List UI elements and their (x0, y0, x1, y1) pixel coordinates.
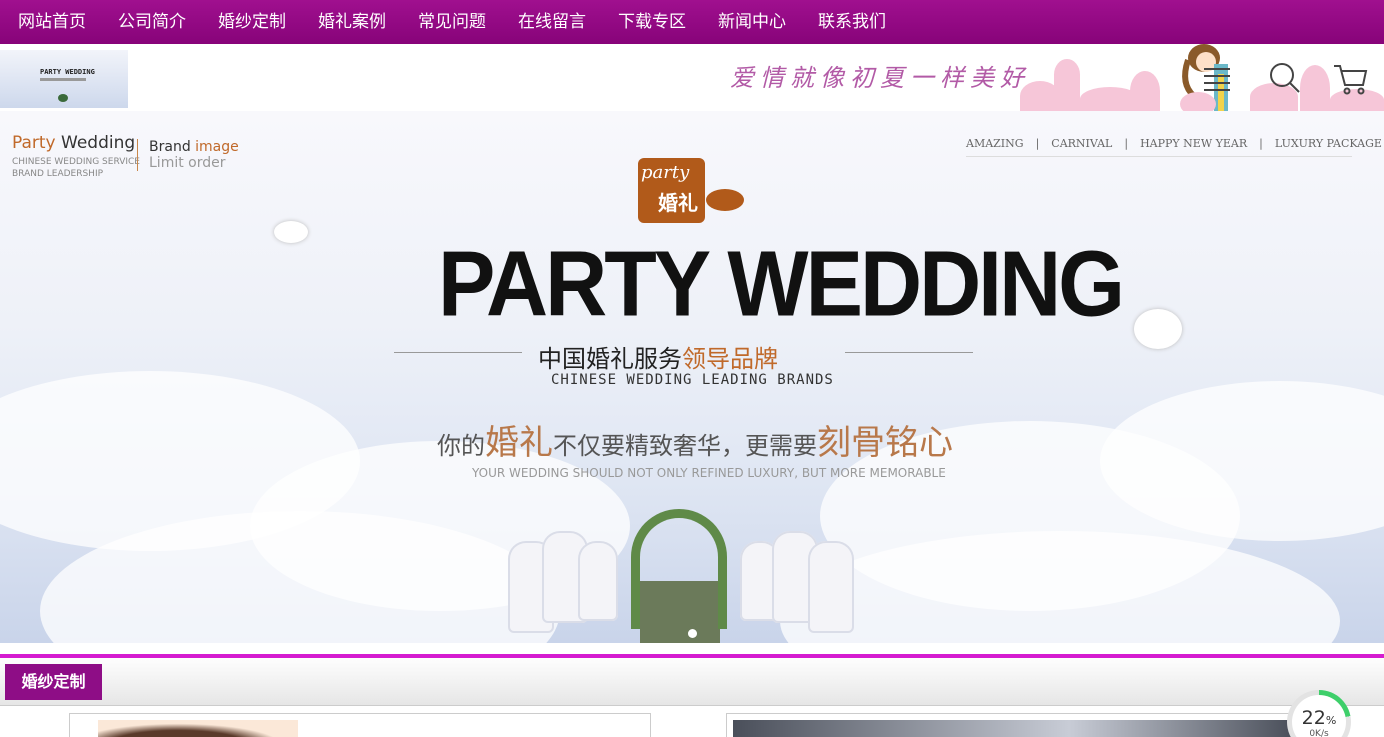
carousel-dot[interactable] (688, 629, 697, 638)
cn-brand-title: 中国婚礼服务领导品牌 (538, 345, 778, 373)
search-icon[interactable] (1266, 60, 1302, 96)
brand-image-box: Brand image Limit order (137, 139, 239, 171)
progress-percent: 22% (1301, 707, 1337, 729)
banner-links: AMAZING | CARNIVAL | HAPPY NEW YEAR | LU… (966, 137, 1382, 157)
party-badge: party 婚礼 (638, 158, 705, 223)
badge-script: party (641, 162, 690, 183)
nav-item-faq[interactable]: 常见问题 (402, 0, 502, 44)
nav-item-custom-dress[interactable]: 婚纱定制 (202, 0, 302, 44)
nav-item-downloads[interactable]: 下载专区 (602, 0, 702, 44)
link-separator: | (1259, 137, 1263, 150)
product-image (98, 720, 298, 737)
tagline-english: YOUR WEDDING SHOULD NOT ONLY REFINED LUX… (472, 466, 946, 480)
slogan: 爱情就像初夏一样美好 (730, 64, 1030, 92)
nav-item-news[interactable]: 新闻中心 (702, 0, 802, 44)
speed-widget-inner: 22% 0K/s (1292, 695, 1346, 737)
en-brand-title: CHINESE WEDDING LEADING BRANDS (551, 372, 834, 388)
page: 网站首页 公司简介 婚纱定制 婚礼案例 常见问题 在线留言 下载专区 新闻中心 … (0, 0, 1384, 737)
header-strip: PARTY WEDDING 爱情就像初夏一样美好 (0, 44, 1384, 111)
banner-link-amazing[interactable]: AMAZING (966, 137, 1024, 150)
thumbnail-line (40, 78, 86, 81)
thumbnail-logo: PARTY WEDDING (40, 68, 95, 76)
nav-item-cases[interactable]: 婚礼案例 (302, 0, 402, 44)
badge-cloud-ornament (706, 189, 744, 211)
nav-item-message[interactable]: 在线留言 (502, 0, 602, 44)
logo-subtitle: CHINESE WEDDING SERVICE BRAND LEADERSHIP (12, 157, 140, 179)
banner-thumbnail[interactable]: PARTY WEDDING (0, 50, 128, 108)
badge-chinese: 婚礼 (658, 191, 698, 215)
chair (808, 541, 854, 633)
cn-brand-line: 中国婚礼服务领导品牌 (394, 339, 973, 373)
main-nav: 网站首页 公司简介 婚纱定制 婚礼案例 常见问题 在线留言 下载专区 新闻中心 … (0, 0, 1384, 44)
chair (578, 541, 618, 621)
cart-icon[interactable] (1332, 60, 1368, 96)
network-speed: 0K/s (1309, 729, 1329, 737)
banner-link-carnival[interactable]: CARNIVAL (1051, 137, 1112, 150)
hero-title: PARTY WEDDING (438, 232, 1125, 336)
logo-title: Party Wedding (12, 133, 136, 153)
section-header: 婚纱定制 (0, 658, 1384, 706)
rule-right (845, 352, 973, 353)
limit-order-label: Limit order (149, 155, 226, 171)
dove-left (274, 221, 308, 243)
banner-link-happy-new-year[interactable]: HAPPY NEW YEAR (1140, 137, 1247, 150)
banner-link-luxury-package[interactable]: LUXURY PACKAGE (1275, 137, 1382, 150)
product-card[interactable] (69, 713, 651, 737)
nav-item-contact[interactable]: 联系我们 (802, 0, 902, 44)
product-card[interactable] (726, 713, 1326, 737)
party-wedding-logo: Party Wedding CHINESE WEDDING SERVICE BR… (12, 133, 140, 180)
rule-left (394, 352, 522, 353)
hero-banner[interactable]: Party Wedding CHINESE WEDDING SERVICE BR… (0, 111, 1384, 643)
product-image (733, 720, 1293, 737)
brand-image-label: Brand image (149, 139, 239, 155)
section-title-button[interactable]: 婚纱定制 (5, 664, 102, 700)
castle-decoration (1010, 44, 1384, 111)
link-separator: | (1124, 137, 1129, 150)
menu-icon[interactable] (1198, 60, 1234, 96)
flower-arch (631, 509, 727, 629)
nav-item-home[interactable]: 网站首页 (2, 0, 102, 44)
thumbnail-arch (58, 94, 68, 102)
dove-right (1134, 309, 1182, 349)
nav-item-about[interactable]: 公司简介 (102, 0, 202, 44)
link-separator: | (1035, 137, 1040, 150)
tagline: 你的婚礼不仅要精致奢华，更需要刻骨铭心 (437, 423, 953, 463)
